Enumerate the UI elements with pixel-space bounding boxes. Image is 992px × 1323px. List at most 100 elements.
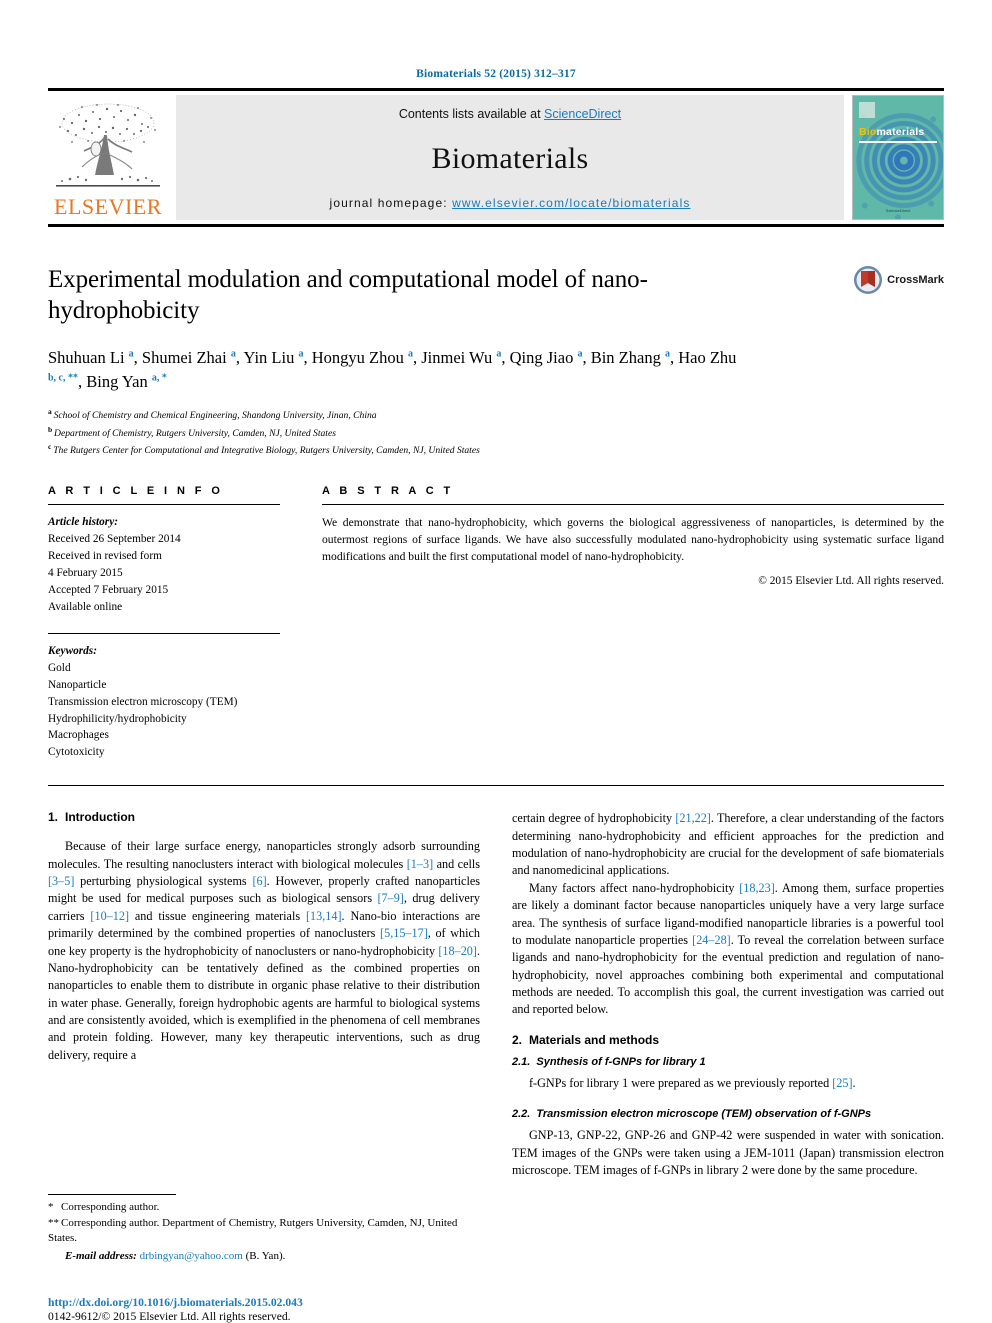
footnote-marker: *: [48, 1200, 54, 1213]
article-history-line: Available online: [48, 600, 123, 613]
text-run: .: [852, 1075, 856, 1090]
cover-journal-title: Biomaterials: [859, 126, 924, 138]
journal-cover-thumbnail: Biomaterials ScienceDirect: [852, 95, 944, 220]
cover-title-part1: Bio: [859, 126, 877, 138]
page-title: Experimental modulation and computationa…: [48, 266, 648, 324]
text-run: . Nano-hydrophobicity can be tentatively…: [48, 943, 480, 1062]
author-name: Jinmei Wu: [421, 348, 497, 367]
cover-title-part2: materials: [876, 126, 925, 138]
body-column-right: certain degree of hydrophobicity [21,22]…: [512, 810, 944, 1265]
contents-line: Contents lists available at ScienceDirec…: [399, 107, 621, 121]
citation-link[interactable]: [3–5]: [48, 874, 74, 888]
affiliation-text: Department of Chemistry, Rutgers Univers…: [54, 427, 336, 439]
affiliation-item: a School of Chemistry and Chemical Engin…: [48, 406, 944, 424]
journal-homepage-link[interactable]: www.elsevier.com/locate/biomaterials: [452, 196, 690, 210]
author-separator: ,: [303, 348, 312, 367]
intro-paragraph-2: certain degree of hydrophobicity [21,22]…: [512, 810, 944, 880]
footnote-corresponding-2: ** Corresponding author. Department of Ch…: [48, 1216, 480, 1248]
keywords-rule: [48, 632, 280, 634]
article-history-line: Received 26 September 2014: [48, 533, 181, 546]
sciencedirect-link[interactable]: ScienceDirect: [544, 107, 621, 121]
affiliation-item: c The Rutgers Center for Computational a…: [48, 441, 944, 459]
citation-link[interactable]: [7–9]: [377, 891, 403, 905]
info-abstract-region: A R T I C L E I N F O Article history: R…: [48, 485, 944, 761]
journal-name: Biomaterials: [431, 141, 589, 175]
subsection-number: 2.1.: [512, 1055, 531, 1068]
keyword-lines: Gold Nanoparticle Transmission electron mi…: [48, 660, 280, 762]
footnote-text: Corresponding author.: [61, 1200, 160, 1213]
affiliation-text: School of Chemistry and Chemical Enginee…: [53, 410, 377, 422]
citation-link[interactable]: [18–20]: [438, 944, 477, 958]
abstract-copyright: © 2015 Elsevier Ltd. All rights reserved…: [758, 575, 944, 588]
text-run: perturbing physiological systems: [74, 874, 253, 889]
section-title: Introduction: [65, 810, 135, 825]
article-history-line: Accepted 7 February 2015: [48, 583, 169, 596]
email-label: E-mail address:: [65, 1250, 137, 1263]
citation-link[interactable]: [1–3]: [407, 857, 433, 871]
email-link[interactable]: drbingyan@yahoo.com: [140, 1250, 243, 1262]
journal-band: Contents lists available at ScienceDirec…: [176, 95, 844, 220]
email-owner: (B. Yan).: [245, 1250, 286, 1263]
cover-footer-text: ScienceDirect: [885, 208, 911, 213]
footnote-text: Corresponding author. Department of Chem…: [48, 1216, 458, 1245]
section-heading-materials-methods: 2. Materials and methods: [512, 1033, 944, 1047]
section-heading-introduction: 1. Introduction: [48, 810, 480, 824]
journal-homepage-line: journal homepage: www.elsevier.com/locat…: [330, 196, 691, 210]
footnote-marker: **: [48, 1216, 59, 1229]
author-separator: ,: [582, 348, 591, 367]
journal-masthead: ELSEVIER Contents lists available at Sci…: [48, 88, 944, 227]
affiliation-item: b Department of Chemistry, Rutgers Unive…: [48, 424, 944, 442]
contents-prefix: Contents lists available at: [398, 107, 545, 121]
citation-link[interactable]: [18,23]: [739, 881, 775, 895]
crossmark-badge[interactable]: CrossMark: [853, 265, 944, 295]
keyword-item: Gold: [48, 661, 71, 674]
section-number: 2.: [512, 1032, 523, 1047]
title-block: CrossMark Experimental modulation and co…: [48, 265, 944, 459]
text-run: and cells: [433, 856, 480, 871]
citation-link[interactable]: [21,22]: [675, 811, 711, 825]
citation-link[interactable]: [10–12]: [90, 909, 129, 923]
subsection-2-2-paragraph: GNP-13, GNP-22, GNP-26 and GNP-42 were s…: [512, 1128, 944, 1177]
text-run: Many factors affect nano-hydrophobicity: [529, 880, 740, 895]
subsection-heading-2-1: 2.1. Synthesis of f-GNPs for library 1: [512, 1056, 944, 1068]
author-affiliation-marker: b, c, **: [48, 372, 78, 384]
article-info-heading: A R T I C L E I N F O: [48, 485, 224, 498]
author-name: Bin Zhang: [590, 348, 665, 367]
keyword-item: Nanoparticle: [48, 678, 107, 691]
citation-link[interactable]: [6]: [252, 874, 266, 888]
keyword-item: Macrophages: [48, 729, 109, 742]
intro-paragraph-1: Because of their large surface energy, n…: [48, 838, 480, 1064]
author-separator: ,: [412, 348, 422, 367]
doi-block: http://dx.doi.org/10.1016/j.biomaterials…: [48, 1296, 508, 1323]
abstract-column: A B S T R A C T We demonstrate that nano…: [322, 485, 944, 761]
running-head: Biomaterials 52 (2015) 312–317: [416, 68, 576, 80]
doi-link[interactable]: http://dx.doi.org/10.1016/j.biomaterials…: [48, 1296, 508, 1309]
cover-publisher-mark: [859, 102, 875, 118]
footnote-rule: [48, 1193, 176, 1195]
author-name: Shuhuan Li: [48, 348, 129, 367]
author-separator: ,: [133, 348, 142, 367]
subsection-title: Synthesis of f-GNPs for library 1: [536, 1055, 706, 1068]
citation-link[interactable]: [25]: [832, 1076, 852, 1090]
keywords-block: Keywords: Gold Nanoparticle Transmission e…: [48, 643, 280, 762]
text-run: and tissue engineering materials: [129, 908, 306, 923]
citation-link[interactable]: [5,15–17]: [380, 926, 428, 940]
crossmark-icon: [854, 266, 883, 294]
citation-link[interactable]: [24–28]: [692, 933, 731, 947]
article-history-line: Received in revised form: [48, 550, 162, 563]
article-info-column: A R T I C L E I N F O Article history: R…: [48, 485, 280, 761]
citation-link[interactable]: [13,14]: [306, 909, 342, 923]
elsevier-logo: ELSEVIER: [48, 95, 168, 220]
keyword-item: Cytotoxicity: [48, 746, 105, 759]
abstract-text: We demonstrate that nano-hydrophobicity,…: [322, 516, 944, 564]
abstract-heading: A B S T R A C T: [322, 485, 454, 498]
author-affiliation-marker: a, *: [151, 372, 167, 384]
issn-copyright: 0142-9612/© 2015 Elsevier Ltd. All right…: [48, 1310, 291, 1323]
author-name: Hongyu Zhou: [311, 348, 408, 367]
article-history-lines: Received 26 September 2014 Received in re…: [48, 531, 280, 616]
footnote-corresponding-1: * Corresponding author.: [48, 1200, 480, 1216]
intro-paragraph-3: Many factors affect nano-hydrophobicity …: [512, 880, 944, 1019]
crossmark-label: CrossMark: [887, 274, 944, 286]
keywords-label: Keywords:: [48, 644, 97, 657]
author-name: Qing Jiao: [509, 348, 578, 367]
